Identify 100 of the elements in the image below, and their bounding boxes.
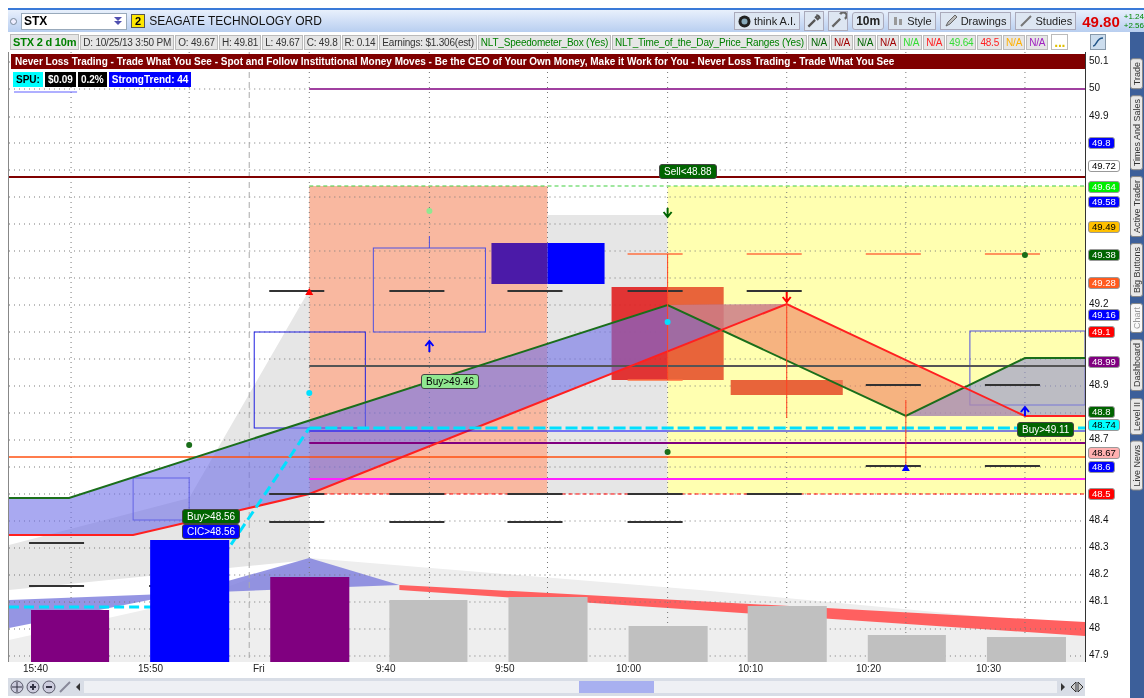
crosshair-icon[interactable]	[10, 680, 24, 694]
level-dash	[268, 290, 326, 292]
zoom-in-icon[interactable]	[26, 680, 40, 694]
candle	[547, 243, 605, 284]
price-tick: 48	[1089, 622, 1101, 634]
signal-label: Buy>49.46	[421, 374, 480, 389]
side-tab[interactable]: Dashboard	[1130, 339, 1143, 392]
info-cell: NLT_Time_of_the_Day_Price_Ranges (Yes)	[612, 34, 807, 50]
level-dash	[983, 465, 1041, 467]
up-arrow	[1019, 405, 1030, 417]
level-dash	[864, 384, 922, 386]
level-dash	[626, 521, 684, 523]
signal-label: CIC>48.56	[182, 524, 241, 539]
time-label: 10:00	[616, 663, 642, 674]
signal-label: Buy>49.11	[1017, 422, 1075, 437]
time-label: 15:40	[23, 663, 49, 674]
studies-button[interactable]: Studies	[1014, 12, 1077, 30]
dot-marker	[426, 208, 433, 214]
level-dash	[388, 290, 446, 292]
think-ai-button[interactable]: think A.I.	[733, 12, 801, 30]
time-label: 10:30	[976, 663, 1002, 674]
price-tick: 47.9	[1089, 649, 1109, 661]
dot-marker	[306, 390, 313, 396]
style-button[interactable]: Style	[888, 12, 936, 30]
wrench-icon[interactable]	[828, 11, 849, 31]
info-cell: STX 2 d 10m	[10, 34, 80, 50]
level-dash	[626, 253, 684, 255]
price-tick: 48.2	[1089, 568, 1109, 580]
eye-icon	[737, 14, 751, 28]
info-cell: C: 49.8	[303, 34, 341, 50]
price-tag: 49.16	[1088, 309, 1120, 321]
info-cell: D: 10/25/13 3:50 PM	[80, 34, 175, 50]
symbol-field[interactable]: STX	[21, 12, 127, 30]
last-price: 49.80	[1082, 12, 1120, 30]
price-tick: 48.1	[1089, 595, 1109, 607]
level-dash	[865, 253, 922, 255]
indicator-label: 0.2%	[77, 72, 107, 87]
banner-text: Never Loss Trading - Trade What You See - Spot and Follow Institutional Money Moves - Be the CEO of Your Own Money, Make it Work for You - Never Loss Trading - Trade What You See	[11, 54, 1085, 69]
scroll-thumb[interactable]	[579, 681, 654, 693]
indicator-label: $0.09	[44, 72, 76, 87]
side-tab[interactable]: Times And Sales	[1130, 95, 1143, 171]
level-dash	[745, 493, 803, 495]
info-cell: N/A	[923, 34, 946, 50]
drawings-button[interactable]: Drawings	[939, 12, 1011, 30]
level-dash	[388, 493, 446, 495]
candle-wick	[428, 235, 430, 249]
candle	[491, 243, 548, 284]
price-tick: 48.4	[1089, 514, 1109, 526]
price-tag: 49.72	[1088, 160, 1120, 172]
level-dash	[268, 493, 326, 495]
price-tick: 49.2	[1089, 298, 1109, 310]
down-arrow	[662, 207, 673, 219]
level-dash	[28, 585, 86, 587]
side-tab[interactable]: Level II	[1130, 397, 1143, 435]
time-label: 9:40	[376, 663, 396, 674]
info-cell: N/A	[1003, 34, 1026, 50]
dropdown-icon[interactable]	[112, 15, 124, 27]
dot-marker	[664, 449, 671, 455]
side-tab[interactable]: Live News	[1130, 440, 1143, 491]
signal-label: Buy>48.56	[182, 509, 241, 524]
level-dash	[745, 253, 803, 255]
level-line	[13, 91, 78, 93]
info-cell: N/A	[807, 34, 830, 50]
price-tick: 50.1	[1089, 55, 1109, 67]
triangle-marker	[305, 288, 314, 295]
price-tag: 48.8	[1088, 406, 1115, 418]
info-cell: 49.64	[946, 34, 977, 50]
price-tag: 49.64	[1088, 181, 1120, 193]
side-tab[interactable]: Trade	[1130, 58, 1143, 90]
wrench-icon[interactable]	[804, 11, 825, 31]
info-cell: N/A	[854, 34, 877, 50]
level-dash	[983, 384, 1041, 386]
zoom-out-icon[interactable]	[42, 680, 56, 694]
indicator-label: StrongTrend: 44	[108, 72, 192, 87]
scroll-right-icon[interactable]	[1059, 680, 1067, 694]
price-tag: 48.67	[1088, 447, 1120, 459]
price-change: +1.24	[1123, 12, 1144, 21]
time-label: 9:50	[495, 663, 515, 674]
side-tab[interactable]: Big Buttons	[1130, 243, 1143, 298]
link-badge[interactable]: 2	[131, 14, 146, 28]
expand-icon[interactable]	[1069, 680, 1085, 694]
info-cell: O: 49.67	[175, 34, 218, 50]
down-arrow	[781, 291, 792, 304]
company-name: SEAGATE TECHNOLOGY ORD	[149, 14, 322, 28]
time-label: 15:50	[138, 663, 164, 674]
chart-settings-icon[interactable]	[1090, 34, 1106, 50]
price-change: +2.56	[1123, 21, 1144, 30]
level-dash	[984, 253, 1041, 255]
info-cell: L: 49.67	[262, 34, 303, 50]
dot-marker	[664, 319, 671, 325]
scroll-track[interactable]	[84, 681, 1057, 693]
info-cell: Earnings: $1.306(est)	[379, 34, 477, 50]
interval-button[interactable]: 10m	[852, 12, 885, 30]
up-arrow	[424, 339, 435, 353]
signal-label: Sell<48.88	[659, 164, 717, 179]
side-tab[interactable]: Active Trader	[1130, 176, 1143, 238]
level-dash	[506, 521, 564, 523]
triangle-marker	[901, 464, 910, 471]
info-cell: N/A	[1026, 34, 1049, 50]
level-dash	[268, 521, 326, 523]
